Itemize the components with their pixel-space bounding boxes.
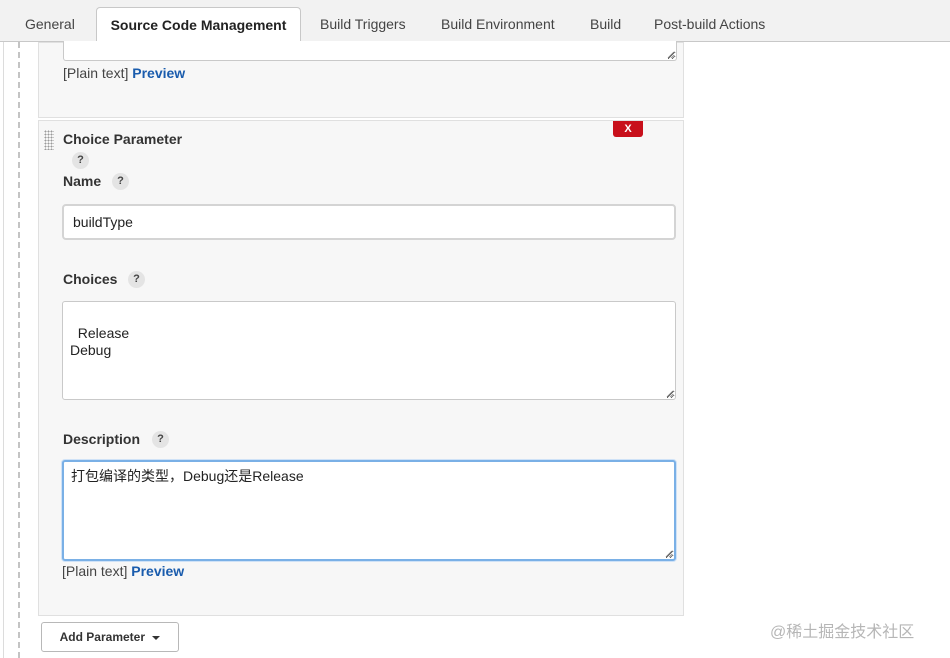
resize-grip-icon[interactable] xyxy=(664,549,673,558)
plain-text-label: [Plain text] xyxy=(62,563,128,579)
watermark: @稀土掘金技术社区 xyxy=(770,624,915,641)
caret-down-icon xyxy=(152,635,161,640)
add-parameter-button[interactable]: Add Parameter xyxy=(41,622,179,652)
tab-build-environment[interactable]: Build Environment xyxy=(431,7,565,42)
name-input[interactable]: buildType xyxy=(62,204,676,240)
delete-parameter-button[interactable]: X xyxy=(613,121,643,137)
tab-build-triggers[interactable]: Build Triggers xyxy=(310,7,416,42)
tab-build[interactable]: Build xyxy=(580,7,631,42)
description-label: Description xyxy=(63,431,141,447)
choices-text: Release Debug xyxy=(70,325,130,358)
help-icon-description[interactable]: ? xyxy=(152,431,169,448)
previous-description-textarea[interactable] xyxy=(63,41,677,61)
previous-plain-text-row: [Plain text] Preview xyxy=(63,65,185,81)
preview-link[interactable]: Preview xyxy=(132,65,185,81)
help-icon-choices[interactable]: ? xyxy=(128,271,145,288)
choices-textarea[interactable]: Release Debug xyxy=(62,301,676,400)
resize-grip-icon[interactable] xyxy=(666,50,675,59)
tab-bar: General Source Code Management Build Tri… xyxy=(0,0,950,43)
description-plain-text-row: [Plain text] Preview xyxy=(62,563,184,579)
add-parameter-label: Add Parameter xyxy=(59,630,146,644)
tab-source-code-management[interactable]: Source Code Management xyxy=(96,7,301,43)
description-textarea[interactable]: 打包编译的类型，Debug还是Release xyxy=(62,460,676,561)
previous-parameter-panel: [Plain text] Preview xyxy=(38,41,684,118)
left-border xyxy=(3,42,4,658)
preview-link[interactable]: Preview xyxy=(131,563,184,579)
section-guide-line xyxy=(18,42,20,658)
tab-post-build-actions[interactable]: Post-build Actions xyxy=(644,7,775,42)
description-text: 打包编译的类型，Debug还是Release xyxy=(71,468,304,484)
help-icon-name[interactable]: ? xyxy=(112,173,129,190)
tab-general[interactable]: General xyxy=(15,7,85,42)
help-icon-choice-parameter[interactable]: ? xyxy=(72,152,89,169)
plain-text-label: [Plain text] xyxy=(63,65,129,81)
resize-grip-icon[interactable] xyxy=(665,389,674,398)
choices-label: Choices xyxy=(63,271,118,287)
name-label: Name xyxy=(63,173,102,189)
choice-parameter-title: Choice Parameter xyxy=(63,131,183,147)
drag-handle-icon[interactable] xyxy=(44,130,54,150)
